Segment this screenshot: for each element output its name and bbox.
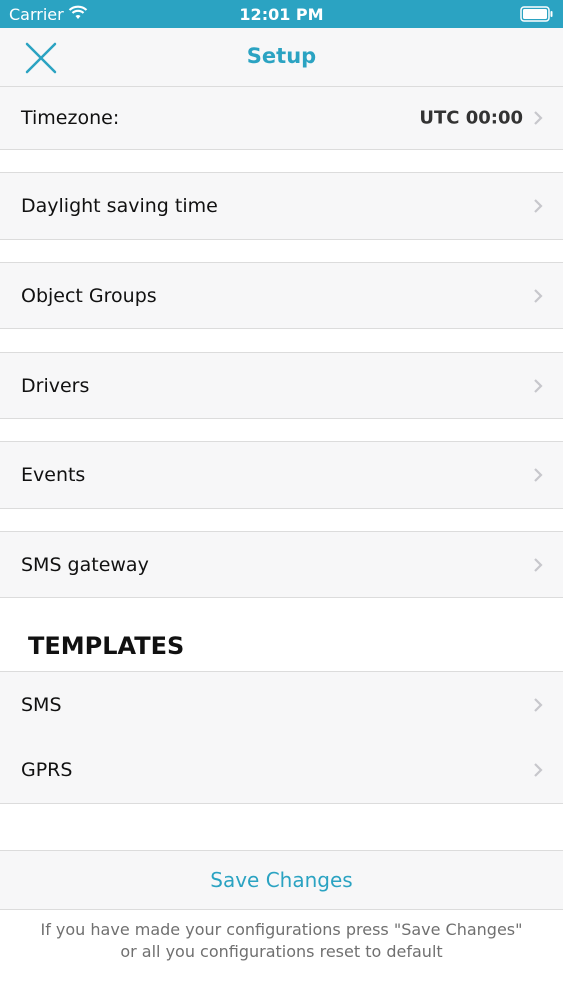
page-title: Setup: [246, 44, 317, 68]
templates-section-header: TEMPLATES: [28, 632, 185, 660]
template-sms-row[interactable]: SMS: [0, 671, 563, 738]
object-groups-row[interactable]: Object Groups: [0, 262, 563, 329]
timezone-label: Timezone:: [21, 107, 120, 129]
template-sms-label: SMS: [21, 693, 62, 716]
chevron-right-icon: [533, 467, 543, 483]
timezone-row[interactable]: Timezone: UTC 00:00: [0, 86, 563, 150]
events-label: Events: [21, 464, 86, 486]
events-row[interactable]: Events: [0, 441, 563, 509]
chevron-right-icon: [533, 110, 543, 126]
save-note: If you have made your configurations pre…: [20, 919, 543, 963]
timezone-value: UTC 00:00: [419, 107, 523, 129]
save-note-line-2: or all you configurations reset to defau…: [120, 942, 443, 961]
daylight-saving-label: Daylight saving time: [21, 195, 218, 217]
template-gprs-row[interactable]: GPRS: [0, 737, 563, 804]
drivers-row[interactable]: Drivers: [0, 352, 563, 419]
chevron-right-icon: [533, 288, 543, 304]
chevron-right-icon: [533, 557, 543, 573]
chevron-right-icon: [533, 697, 543, 713]
battery-icon: [520, 6, 554, 26]
sms-gateway-label: SMS gateway: [21, 553, 149, 576]
chevron-right-icon: [533, 378, 543, 394]
nav-bar: Setup: [0, 28, 563, 88]
status-time: 12:01 PM: [239, 5, 324, 24]
template-gprs-label: GPRS: [21, 759, 73, 781]
chevron-right-icon: [533, 198, 543, 214]
chevron-right-icon: [533, 762, 543, 778]
save-note-line-1: If you have made your configurations pre…: [40, 920, 523, 939]
object-groups-label: Object Groups: [21, 284, 157, 307]
sms-gateway-row[interactable]: SMS gateway: [0, 531, 563, 598]
status-bar: Carrier 12:01 PM: [0, 0, 563, 28]
drivers-label: Drivers: [21, 374, 90, 397]
save-changes-button[interactable]: Save Changes: [0, 850, 563, 910]
daylight-saving-row[interactable]: Daylight saving time: [0, 172, 563, 240]
